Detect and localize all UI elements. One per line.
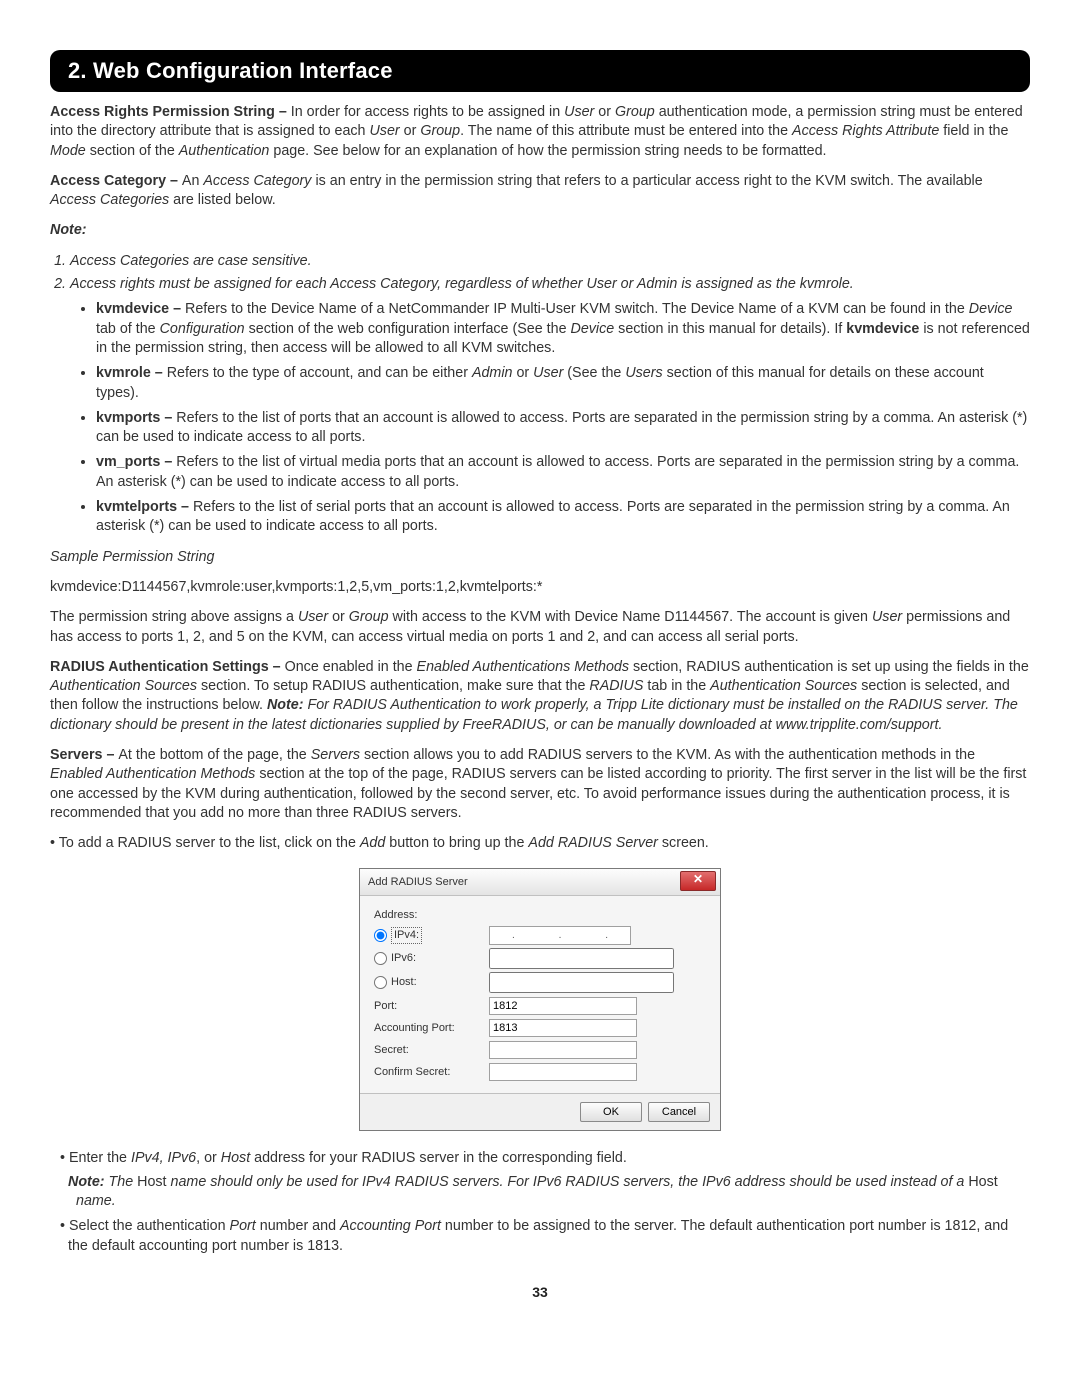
para-access-rights: Access Rights Permission String – In ord… (50, 103, 1030, 161)
address-label: Address: (374, 908, 706, 923)
note-list: Access Categories are case sensitive. Ac… (50, 252, 1030, 295)
sample-heading: Sample Permission String (50, 548, 1030, 567)
post-dialog-list: • Enter the IPv4, IPv6, or Host address … (50, 1149, 1030, 1255)
category-list: kvmdevice – Refers to the Device Name of… (50, 300, 1030, 536)
sample-string: kvmdevice:D1144567,kvmrole:user,kvmports… (50, 578, 1030, 597)
secret-row: Secret: (374, 1041, 706, 1059)
page-number: 33 (50, 1284, 1030, 1300)
para-add-server: • To add a RADIUS server to the list, cl… (50, 834, 1030, 853)
host-input[interactable] (489, 972, 674, 993)
label: Access Category – (50, 173, 182, 189)
acct-port-input[interactable] (489, 1019, 637, 1037)
ipv4-row: IPv4: . . . (374, 926, 706, 945)
ipv4-input[interactable]: . . . (489, 926, 631, 945)
ipv6-label: IPv6: (391, 951, 416, 966)
para-servers: Servers – At the bottom of the page, the… (50, 746, 1030, 823)
dialog-titlebar: Add RADIUS Server ✕ (360, 869, 720, 896)
document-body: Access Rights Permission String – In ord… (50, 103, 1030, 1256)
section-header: 2. Web Configuration Interface (50, 50, 1030, 92)
close-icon[interactable]: ✕ (680, 871, 716, 891)
secret-label: Secret: (374, 1043, 489, 1058)
bullet-kvmdevice: kvmdevice – Refers to the Device Name of… (96, 300, 1030, 358)
host-note: Note: The Host name should only be used … (76, 1173, 1030, 1212)
confirm-label: Confirm Secret: (374, 1065, 489, 1080)
para-sample-explain: The permission string above assigns a Us… (50, 608, 1030, 647)
note-heading: Note: (50, 221, 1030, 240)
cancel-button[interactable]: Cancel (648, 1102, 710, 1122)
ok-button[interactable]: OK (580, 1102, 642, 1122)
host-row: Host: (374, 972, 706, 993)
ipv4-label: IPv4: (391, 927, 422, 944)
secret-input[interactable] (489, 1041, 637, 1059)
bullet-vmports: vm_ports – Refers to the list of virtual… (96, 453, 1030, 492)
host-label: Host: (391, 975, 417, 990)
para-radius: RADIUS Authentication Settings – Once en… (50, 658, 1030, 735)
port-input[interactable] (489, 997, 637, 1015)
ipv6-radio[interactable] (374, 952, 387, 965)
list-select-port: • Select the authentication Port number … (60, 1217, 1030, 1256)
bullet-kvmtelports: kvmtelports – Refers to the list of seri… (96, 498, 1030, 537)
add-radius-dialog: Add RADIUS Server ✕ Address: IPv4: . . . (359, 868, 721, 1132)
host-radio[interactable] (374, 976, 387, 989)
note-item-2: Access rights must be assigned for each … (70, 275, 1030, 294)
dialog-title-text: Add RADIUS Server (368, 876, 468, 888)
confirm-input[interactable] (489, 1063, 637, 1081)
ipv6-row: IPv6: (374, 948, 706, 969)
port-label: Port: (374, 999, 489, 1014)
bullet-kvmports: kvmports – Refers to the list of ports t… (96, 409, 1030, 448)
acct-port-row: Accounting Port: (374, 1019, 706, 1037)
acct-port-label: Accounting Port: (374, 1021, 489, 1036)
ipv4-radio[interactable] (374, 929, 387, 942)
dialog-footer: OK Cancel (360, 1093, 720, 1130)
bullet-kvmrole: kvmrole – Refers to the type of account,… (96, 364, 1030, 403)
dialog-figure: Add RADIUS Server ✕ Address: IPv4: . . . (50, 868, 1030, 1132)
note-item-1: Access Categories are case sensitive. (70, 252, 1030, 271)
label: Access Rights Permission String – (50, 104, 291, 120)
confirm-row: Confirm Secret: (374, 1063, 706, 1081)
dialog-body: Address: IPv4: . . . IPv6: (360, 896, 720, 1094)
para-access-category: Access Category – An Access Category is … (50, 172, 1030, 211)
ipv6-input[interactable] (489, 948, 674, 969)
list-enter-address: • Enter the IPv4, IPv6, or Host address … (60, 1149, 1030, 1211)
port-row: Port: (374, 997, 706, 1015)
